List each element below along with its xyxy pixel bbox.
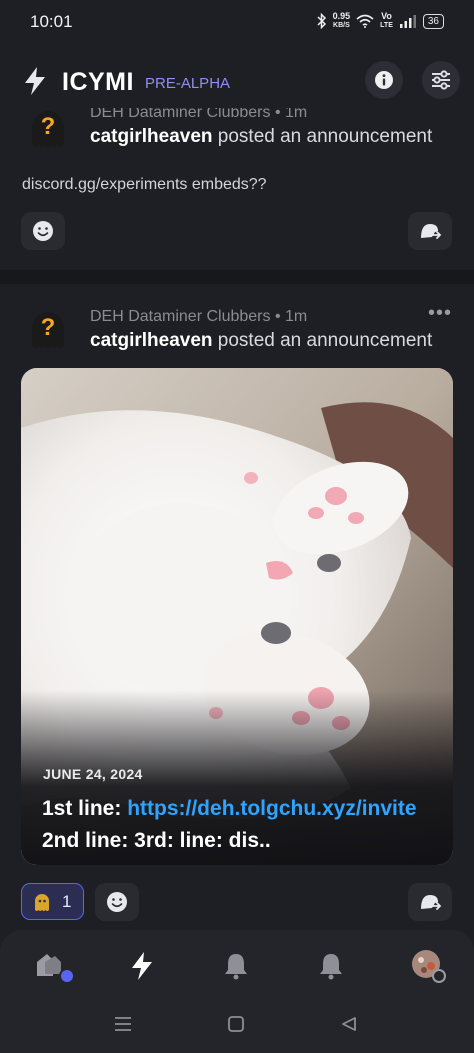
- net-speed-value: 0.95: [332, 11, 351, 21]
- nav-notifications[interactable]: [211, 944, 261, 988]
- net-speed-unit: KB/S: [333, 22, 350, 29]
- reply-bubble-icon: [421, 224, 442, 239]
- add-reaction-button[interactable]: [95, 883, 139, 921]
- post-age: 1m: [285, 108, 308, 121]
- system-back-icon[interactable]: [340, 1016, 358, 1032]
- meta-separator: •: [270, 108, 286, 121]
- wifi-icon: [356, 14, 374, 28]
- more-options-icon[interactable]: •••: [428, 302, 452, 325]
- feed[interactable]: ? DEH Dataminer Clubbers • 1m catgirlhea…: [0, 108, 474, 930]
- nav-mentions[interactable]: [306, 944, 356, 988]
- action-text: posted an announcement: [217, 126, 433, 147]
- post-meta: DEH Dataminer Clubbers • 1m: [90, 308, 307, 326]
- volte-label-bottom: LTE: [380, 22, 393, 29]
- post-divider: [0, 270, 474, 284]
- bottom-nav: [0, 930, 474, 1053]
- embed-title: 1st line: https://deh.tolgchu.xyz/invite…: [42, 793, 442, 857]
- meta-separator: •: [270, 308, 286, 325]
- app-header: ICYMI PRE-ALPHA: [0, 50, 474, 108]
- system-home-icon[interactable]: [227, 1016, 245, 1032]
- nav-profile[interactable]: [404, 944, 454, 988]
- smiley-icon: [33, 221, 53, 241]
- server-name: DEH Dataminer Clubbers: [90, 108, 271, 121]
- embed-link[interactable]: https://deh.tolgchu.xyz/invite: [127, 797, 416, 820]
- svg-text:?: ?: [41, 314, 56, 341]
- announcement-embed[interactable]: JUNE 24, 2024 1st line: https://deh.tolg…: [21, 368, 453, 865]
- reaction-count: 1: [62, 891, 72, 911]
- signal-icon: [399, 15, 416, 28]
- status-icons: 0.95 KB/S Vo LTE 36: [317, 10, 444, 32]
- add-reaction-button[interactable]: [21, 212, 65, 250]
- svg-text:?: ?: [41, 113, 56, 140]
- server-avatar: ?: [32, 111, 64, 147]
- post-age: 1m: [285, 308, 308, 325]
- net-speed: 0.95 KB/S: [333, 12, 351, 30]
- bluetooth-icon: [317, 13, 326, 29]
- reaction-chip[interactable]: 1: [21, 883, 84, 920]
- share-reply-button[interactable]: [408, 883, 452, 921]
- highlights-bolt-icon: [132, 952, 152, 980]
- reply-bubble-icon: [421, 895, 442, 910]
- nav-highlights[interactable]: [117, 944, 167, 988]
- share-reply-button[interactable]: [408, 212, 452, 250]
- status-bar: 10:01 0.95 KB/S Vo LTE 36: [0, 0, 474, 44]
- servers-icon: [37, 954, 75, 984]
- embed-title-suffix: 2nd line: 3rd: line: dis..: [42, 829, 271, 852]
- author-name[interactable]: catgirlheaven: [90, 126, 213, 147]
- status-time: 10:01: [30, 12, 73, 31]
- smiley-icon: [107, 892, 127, 912]
- info-icon: [375, 71, 393, 89]
- custom-emoji-icon: [35, 893, 49, 911]
- post-text: discord.gg/experiments embeds??: [22, 176, 267, 193]
- action-text: posted an announcement: [217, 330, 433, 351]
- pre-alpha-badge: PRE-ALPHA: [145, 75, 231, 92]
- nav-servers[interactable]: [28, 944, 78, 988]
- filter-button[interactable]: [422, 61, 460, 99]
- post-action: catgirlheaven posted an announcement: [90, 330, 432, 352]
- volte-label-top: Vo: [381, 11, 392, 21]
- notifications-bell-icon: [225, 954, 247, 980]
- post-card: ? DEH Dataminer Clubbers • 1m ••• catgir…: [0, 284, 474, 930]
- server-name: DEH Dataminer Clubbers: [90, 308, 271, 325]
- bolt-icon: [25, 67, 45, 95]
- embed-date: JUNE 24, 2024: [43, 766, 143, 782]
- info-button[interactable]: [365, 61, 403, 99]
- profile-avatar: [412, 950, 446, 983]
- post-action: catgirlheaven posted an announcement: [90, 126, 432, 148]
- post-meta: DEH Dataminer Clubbers • 1m: [90, 108, 307, 122]
- system-menu-icon[interactable]: [113, 1016, 133, 1032]
- battery-indicator: 36: [422, 13, 444, 29]
- filter-sliders-icon: [432, 70, 450, 90]
- volte-label: Vo LTE: [380, 12, 393, 30]
- embed-title-prefix: 1st line:: [42, 797, 128, 820]
- mentions-bell-icon: [320, 954, 342, 980]
- author-name[interactable]: catgirlheaven: [90, 330, 213, 351]
- post-card: ? DEH Dataminer Clubbers • 1m catgirlhea…: [0, 108, 474, 278]
- page-title: ICYMI: [62, 68, 134, 96]
- server-avatar: ?: [32, 312, 64, 348]
